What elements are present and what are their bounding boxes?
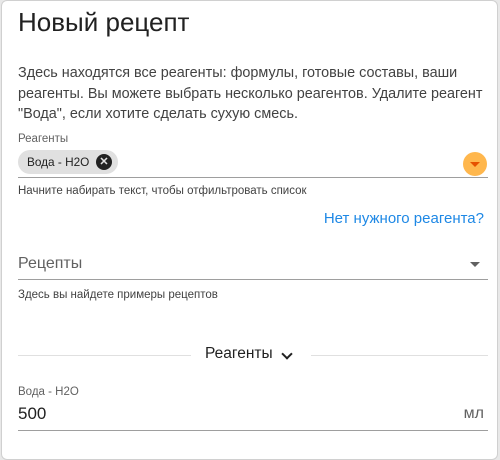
reagent-amount-label: Вода - H2O [18, 386, 79, 398]
reagent-chip[interactable]: Вода - H2O ✕ [18, 150, 118, 174]
chip-remove-icon[interactable]: ✕ [96, 154, 112, 170]
reagents-dropdown-button[interactable] [463, 152, 487, 176]
page-description: Здесь находятся все реагенты: формулы, г… [18, 65, 483, 122]
missing-reagent-link[interactable]: Нет нужного реагента? [324, 210, 484, 227]
reagents-field-label: Реагенты [18, 133, 69, 145]
recipes-select-placeholder: Рецепты [18, 255, 83, 272]
arrow-drop-down-icon[interactable] [470, 262, 480, 267]
page-title: Новый рецепт [18, 7, 190, 37]
section-divider-left [18, 355, 191, 356]
reagent-chip-label: Вода - H2O [27, 155, 90, 169]
reagents-helper-text: Начните набирать текст, чтобы отфильтров… [18, 185, 307, 197]
recipes-field-underline [18, 279, 488, 280]
section-divider-right [311, 355, 488, 356]
reagents-section-toggle[interactable]: Реагенты [205, 345, 273, 363]
reagent-amount-underline [18, 430, 488, 431]
chevron-down-icon[interactable] [281, 348, 293, 360]
arrow-drop-down-icon [470, 162, 480, 167]
recipe-card: Новый рецепт Здесь находятся все реагент… [1, 0, 498, 460]
reagent-amount-input[interactable]: 500 [18, 404, 46, 424]
recipes-helper-text: Здесь вы найдете примеры рецептов [18, 289, 218, 301]
reagent-amount-unit: мл [463, 405, 484, 422]
reagents-field-underline [18, 177, 488, 178]
